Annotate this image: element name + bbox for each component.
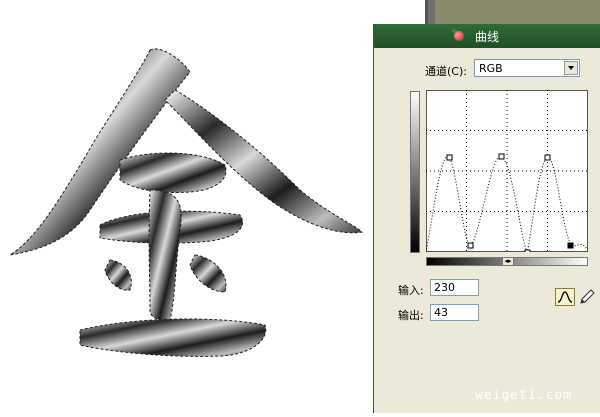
curve-graph[interactable] (426, 90, 588, 252)
watermark-text: weigeti.com (475, 388, 573, 403)
curve-point[interactable] (544, 154, 551, 161)
dialog-titlebar[interactable]: 曲线 (374, 24, 600, 48)
curve-point[interactable] (524, 249, 531, 252)
curve-point[interactable] (446, 154, 453, 161)
dialog-title: 曲线 (474, 30, 499, 44)
pencil-tool-icon[interactable] (578, 288, 596, 306)
chevron-down-icon[interactable] (564, 61, 578, 75)
input-label: 输入: (398, 284, 424, 297)
output-field[interactable]: 43 (430, 304, 479, 321)
output-label: 输出: (398, 309, 424, 322)
channel-label: 通道(C): (425, 65, 467, 78)
gradient-toggle-icon[interactable]: ◂▸ (502, 257, 514, 266)
curve-tool-icon[interactable] (555, 288, 575, 306)
curve-point[interactable] (498, 153, 505, 160)
stroke-bottom-bar (79, 318, 267, 357)
stroke-vertical (148, 189, 182, 321)
output-gradient-bar (410, 91, 420, 253)
stroke-dot-right (189, 254, 227, 293)
curves-dialog: 曲线 通道(C): RGB ◂▸ 输入: 230 输出: 43 (373, 24, 600, 413)
input-field[interactable]: 230 (430, 279, 479, 296)
channel-select[interactable]: RGB (474, 59, 580, 77)
curve-point[interactable] (467, 242, 474, 249)
stroke-top-bar (119, 152, 227, 193)
curve-point-selected[interactable] (567, 242, 574, 249)
channel-value: RGB (479, 62, 503, 75)
stroke-dot-left (104, 259, 132, 291)
